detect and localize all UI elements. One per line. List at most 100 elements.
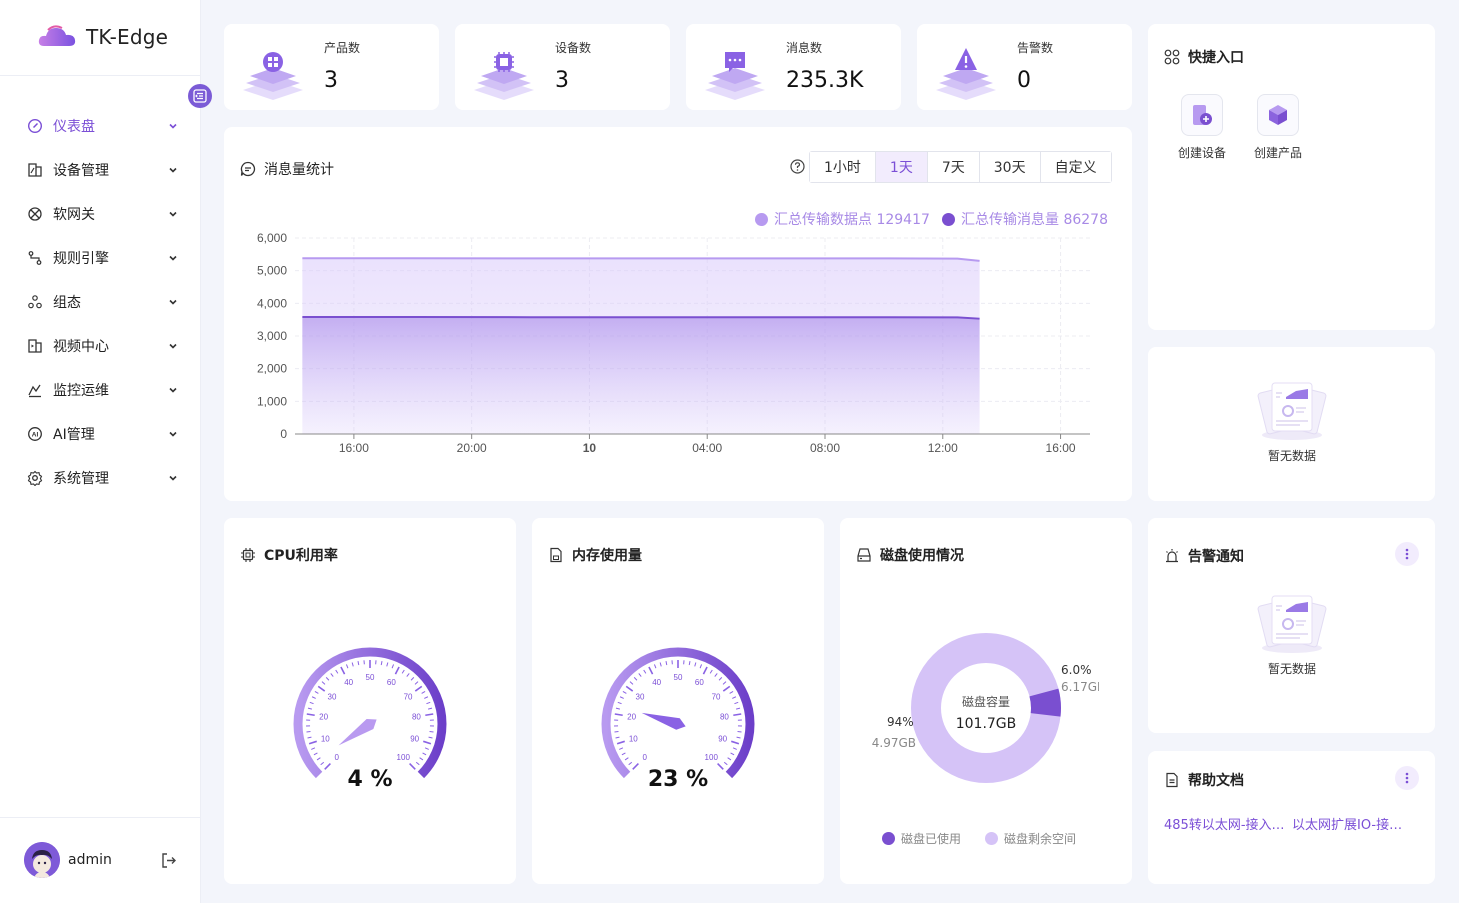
cpu-value: 4 % [347, 767, 393, 792]
gauge-tick-label: 30 [636, 692, 645, 701]
more-vertical-icon [1405, 548, 1409, 560]
gauge-tick [615, 707, 621, 710]
quick-entry-title: 快捷入口 [1164, 47, 1244, 67]
sidebar-item[interactable]: 监控运维 [0, 368, 200, 412]
stat-card[interactable]: 产品数 3 [224, 24, 439, 110]
gauge-tick-label: 70 [404, 692, 413, 701]
empty-text: 暂无数据 [1267, 449, 1316, 463]
gauge-tick-label: 0 [643, 753, 648, 762]
sidebar-item[interactable]: 系统管理 [0, 456, 200, 500]
document-icon [1166, 772, 1178, 788]
sidebar-item[interactable]: AI AI管理 [0, 412, 200, 456]
product-icon [243, 52, 303, 100]
doc-link[interactable]: 485转以太网-接入.… [1164, 814, 1286, 833]
cpu-gauge: 0 10 20 30 40 50 60 70 80 90 100 [293, 647, 447, 779]
stat-card[interactable]: 告警数 0 [917, 24, 1132, 110]
brand[interactable]: TK-Edge [38, 24, 168, 50]
create-product-label: 创建产品 [1253, 146, 1302, 160]
create-device-label: 创建设备 [1177, 146, 1226, 160]
gauge-tick [425, 713, 434, 717]
gauge-tick [629, 681, 634, 685]
cpu-title-text: CPU利用率 [264, 548, 338, 564]
memory-icon [550, 547, 562, 563]
gauge-tick [394, 666, 400, 675]
sidebar-item[interactable]: 组态 [0, 280, 200, 324]
disk-free-size-clip: 94.97GB [872, 732, 916, 751]
y-tick-label: 5,000 [257, 264, 287, 278]
stat-card[interactable]: 设备数 3 [455, 24, 670, 110]
disk-legend-free[interactable]: 磁盘剩余空间 [985, 830, 1076, 847]
docs-more-button[interactable] [1395, 766, 1419, 790]
sidebar-item[interactable]: 视频中心 [0, 324, 200, 368]
empty-data-icon [1257, 382, 1327, 440]
gauge-tick [614, 713, 623, 717]
disk-card: 磁盘使用情况 磁盘容量 101.7GB 6.0% 6.17GB 94% 94.9… [840, 518, 1132, 884]
gauge-tick [428, 736, 433, 739]
create-device-button[interactable]: 创建设备 [1167, 94, 1237, 161]
chevron-down-icon[interactable] [168, 473, 178, 483]
gauge-tick [722, 681, 727, 685]
gauge-tick [734, 701, 739, 705]
chevron-down-icon[interactable] [168, 209, 178, 219]
chevron-down-icon[interactable] [168, 121, 178, 131]
gateway-icon [28, 207, 42, 221]
monitor-icon [28, 384, 41, 398]
rule-engine-icon [28, 251, 42, 265]
doc-link[interactable]: 以太网扩展IO-接入.… [1292, 814, 1414, 833]
apps-icon [1164, 49, 1180, 65]
chevron-down-icon[interactable] [168, 429, 178, 439]
logout-icon[interactable] [160, 852, 177, 869]
create-device-icon [1193, 105, 1212, 125]
chevron-down-icon[interactable] [168, 165, 178, 175]
gauge-tick [617, 701, 622, 705]
collapse-sidebar-button[interactable] [188, 84, 212, 108]
gauge-tick [625, 685, 634, 692]
chevron-down-icon[interactable] [168, 341, 178, 351]
dashboard-icon [27, 118, 43, 134]
sidebar-item-label: 仪表盘 [53, 119, 95, 135]
stat-card[interactable]: 消息数 235.3K [686, 24, 901, 110]
app-name: TK-Edge [86, 25, 169, 49]
stat-value: 3 [555, 68, 569, 93]
stat-value: 0 [1017, 68, 1031, 93]
avatar[interactable] [24, 842, 60, 878]
gauge-tick-label: 90 [410, 735, 419, 744]
gauge-tick [325, 677, 330, 681]
gauge-tick [330, 673, 334, 677]
gauge-tick [731, 740, 740, 745]
gauge-tick [736, 736, 741, 739]
gauge-tick-label: 80 [412, 713, 421, 722]
sidebar-item[interactable]: 软网关 [0, 192, 200, 236]
chevron-down-icon[interactable] [168, 297, 178, 307]
cpu-title: CPU利用率 [240, 545, 338, 565]
gauge-tick [665, 661, 668, 666]
gauge-tick [424, 696, 429, 699]
gauge-tick [727, 757, 732, 761]
create-product-button[interactable]: 创建产品 [1243, 94, 1313, 161]
gauge-tick-label: 40 [344, 678, 353, 687]
divider [0, 75, 200, 76]
disk-legend-used[interactable]: 磁盘已使用 [882, 830, 961, 847]
gauge-tick [633, 677, 638, 681]
alert-more-button[interactable] [1395, 542, 1419, 566]
gauge-tick [616, 740, 625, 745]
gauge-tick [714, 673, 718, 677]
gauge-tick [309, 701, 314, 705]
memory-title: 内存使用量 [548, 545, 642, 565]
chevron-down-icon[interactable] [168, 253, 178, 263]
gauge-tick [307, 736, 312, 739]
create-product-icon-box [1257, 94, 1299, 136]
gauge-tick [730, 752, 735, 756]
x-tick-label: 16:00 [339, 441, 369, 455]
sidebar-item[interactable]: 仪表盘 [0, 104, 200, 148]
gauge-tick [718, 677, 723, 681]
gauge-tick [422, 752, 427, 756]
alert-notice-title-text: 告警通知 [1188, 549, 1244, 565]
sidebar-item[interactable]: 规则引擎 [0, 236, 200, 280]
gauge-tick [313, 752, 318, 756]
sidebar: TK-Edge 仪表盘设备管理 软网关 规则引擎 组态 视频中心 监控运维 AI AI管理 系统… [0, 0, 201, 903]
memory-gauge: 0 10 20 30 40 50 60 70 80 90 100 [601, 647, 755, 779]
chevron-down-icon[interactable] [168, 385, 178, 395]
sidebar-item[interactable]: 设备管理 [0, 148, 200, 192]
gauge-tick [648, 666, 654, 675]
